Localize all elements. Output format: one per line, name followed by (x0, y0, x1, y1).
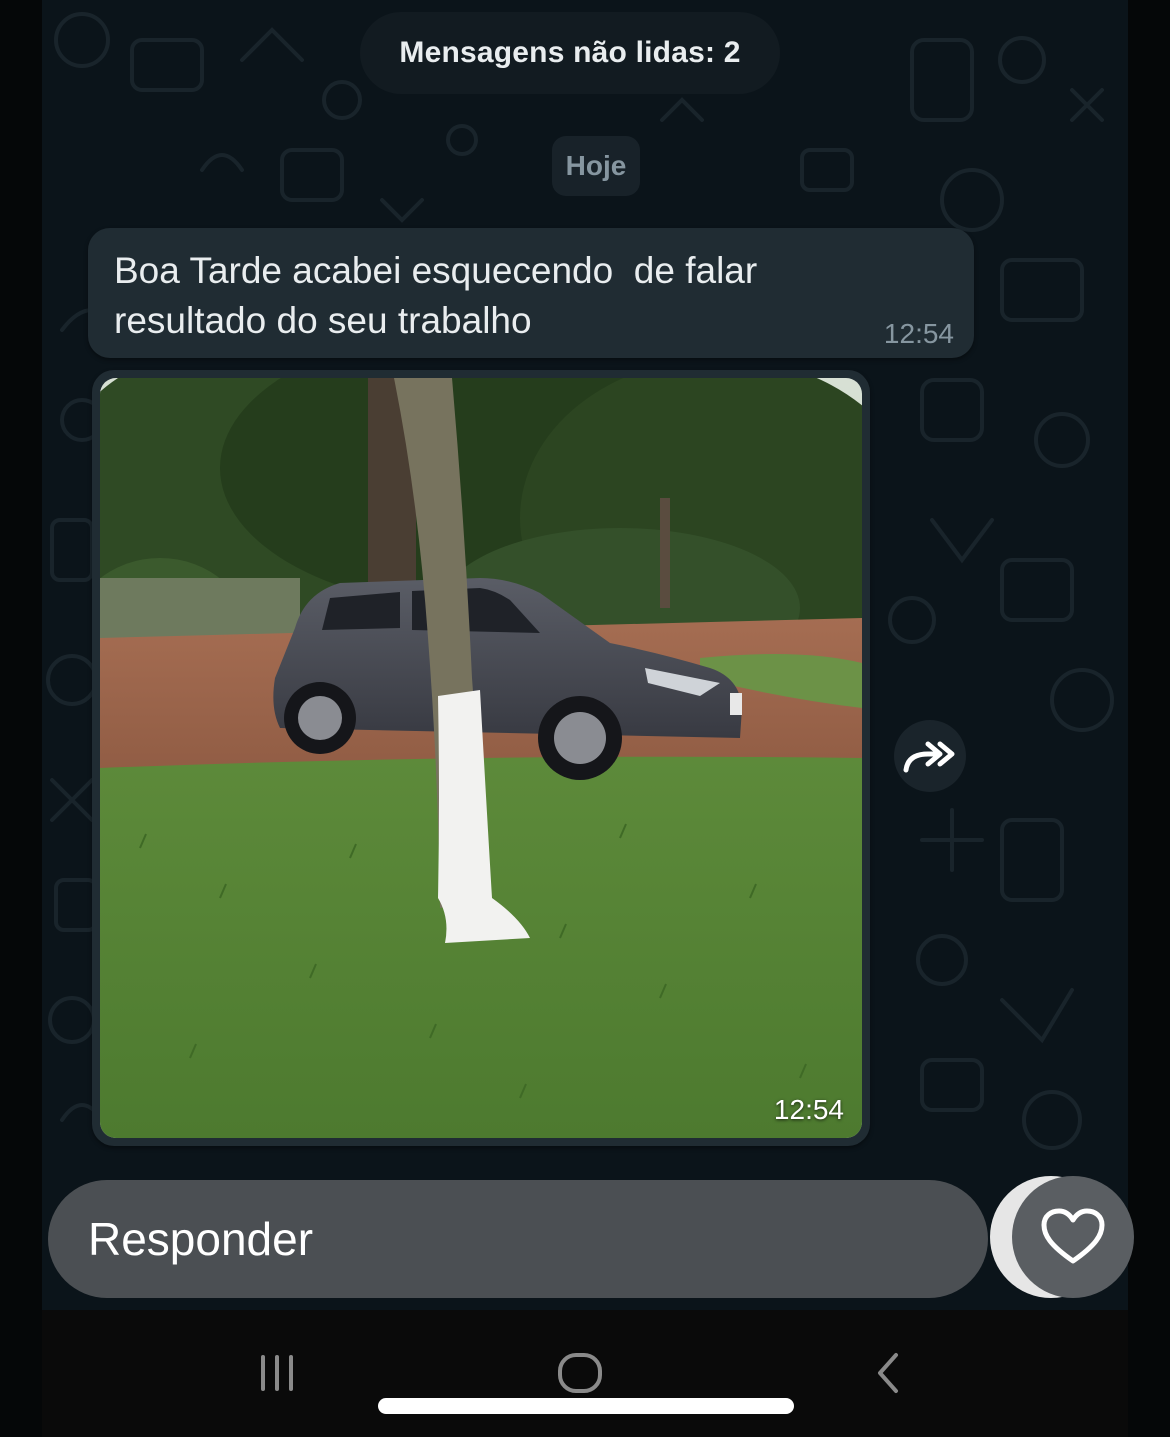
back-button[interactable] (858, 1348, 918, 1398)
message-bubble-image[interactable]: 12:54 (92, 370, 870, 1146)
forward-button[interactable] (894, 720, 966, 792)
message-timestamp: 12:54 (883, 318, 954, 349)
back-icon (878, 1353, 898, 1393)
message-text: Boa Tarde acabei esquecendo de falar res… (114, 250, 758, 341)
reply-placeholder: Responder (88, 1213, 314, 1265)
phone-screen: Mensagens não lidas: 2 Hoje Boa Tarde ac… (0, 0, 1170, 1437)
chat-area[interactable]: Mensagens não lidas: 2 Hoje Boa Tarde ac… (42, 0, 1128, 1310)
recent-apps-icon (261, 1355, 293, 1391)
like-button[interactable] (1012, 1176, 1134, 1298)
date-label: Hoje (565, 150, 627, 181)
unread-messages-banner: Mensagens não lidas: 2 (360, 12, 780, 94)
image-timestamp: 12:54 (773, 1094, 844, 1125)
home-button[interactable] (550, 1348, 610, 1398)
photo-car-under-tree[interactable] (100, 378, 862, 1138)
heart-icon (1041, 1208, 1105, 1264)
home-indicator[interactable] (378, 1398, 794, 1414)
home-icon (558, 1353, 602, 1393)
recent-apps-button[interactable] (247, 1348, 307, 1398)
unread-messages-label: Mensagens não lidas: 2 (399, 36, 741, 69)
system-navigation-bar (42, 1310, 1128, 1437)
message-bubble-text[interactable]: Boa Tarde acabei esquecendo de falar res… (88, 228, 974, 358)
reply-input[interactable]: Responder (48, 1180, 988, 1298)
date-separator: Hoje (552, 136, 640, 196)
forward-icon (903, 741, 955, 773)
